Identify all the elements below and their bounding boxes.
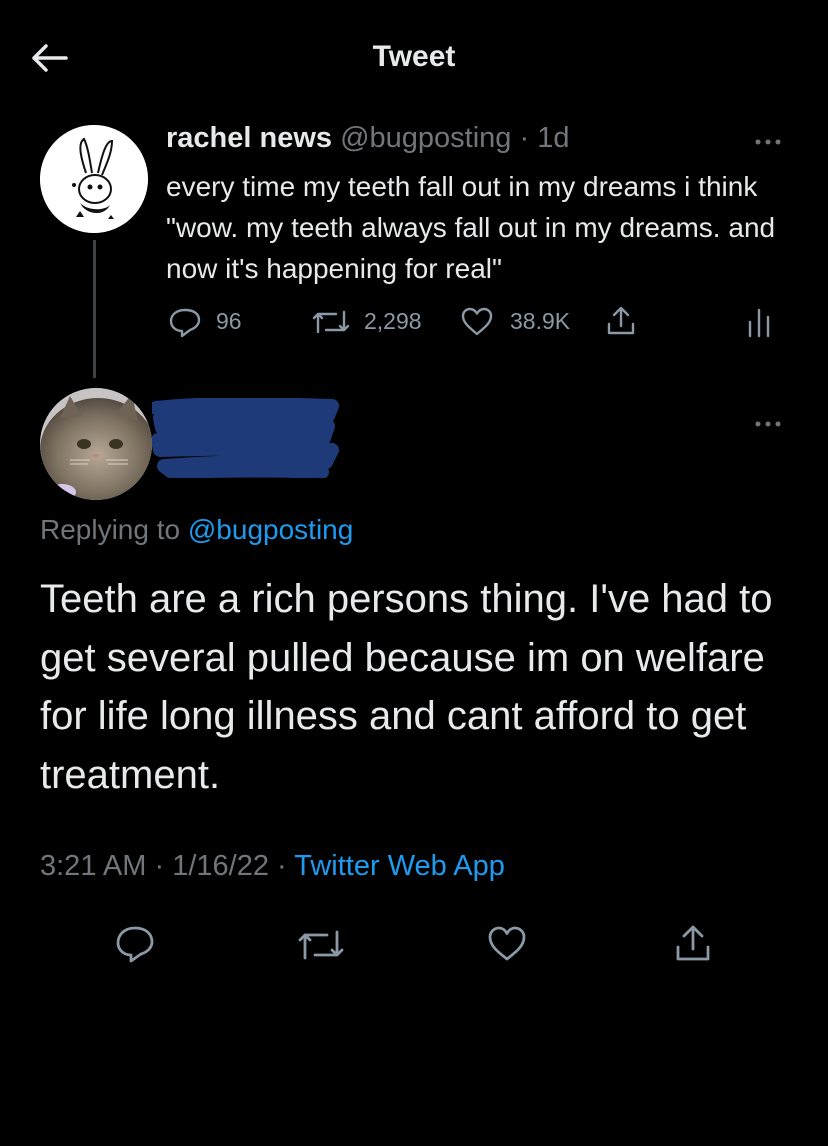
original-tweet-text: every time my teeth fall out in my dream…: [166, 171, 776, 284]
like-count: 38.9K: [510, 308, 571, 334]
separator: ·: [519, 122, 530, 154]
avatar[interactable]: [40, 125, 148, 233]
avatar[interactable]: [40, 388, 152, 500]
share-icon[interactable]: [672, 922, 714, 964]
retweet-count: 2,298: [364, 308, 422, 334]
handle[interactable]: @bugposting: [340, 122, 511, 154]
analytics-icon[interactable]: [746, 306, 772, 338]
more-options-icon[interactable]: [748, 414, 788, 434]
tweet-timestamp: 3:21 AM · 1/16/22 · Twitter Web App: [40, 850, 505, 883]
reply-icon[interactable]: [168, 306, 202, 338]
like-icon[interactable]: [460, 306, 494, 338]
like-count-wrap: 38.9K: [510, 308, 570, 335]
thread-line: [93, 240, 96, 378]
tweet-age[interactable]: 1d: [537, 122, 569, 154]
reply-count: 96: [216, 308, 242, 334]
more-options-icon[interactable]: [748, 132, 788, 152]
separator: ·: [154, 850, 165, 882]
replying-prefix: Replying to: [40, 514, 181, 545]
reply-count-wrap: 96: [216, 308, 242, 335]
original-tweet-header: rachel news @bugposting · 1d: [166, 122, 570, 155]
page-title: Tweet: [372, 40, 456, 73]
redacted-username: [149, 397, 342, 479]
retweet-count-wrap: 2,298: [364, 308, 422, 335]
retweet-icon[interactable]: [310, 306, 352, 338]
reply-tweet-text: Teeth are a rich persons thing. I've had…: [40, 577, 773, 797]
replying-to: Replying to @bugposting: [40, 514, 353, 546]
display-name[interactable]: rachel news: [166, 122, 332, 154]
separator: ·: [277, 850, 287, 882]
share-icon[interactable]: [604, 304, 638, 338]
tweet-date[interactable]: 1/16/22: [172, 850, 269, 882]
tweet-time[interactable]: 3:21 AM: [40, 850, 146, 882]
reply-icon[interactable]: [114, 924, 156, 964]
tweet-source[interactable]: Twitter Web App: [294, 850, 505, 882]
like-icon[interactable]: [486, 924, 528, 964]
replying-handle[interactable]: @bugposting: [188, 514, 353, 545]
retweet-icon[interactable]: [296, 926, 346, 964]
